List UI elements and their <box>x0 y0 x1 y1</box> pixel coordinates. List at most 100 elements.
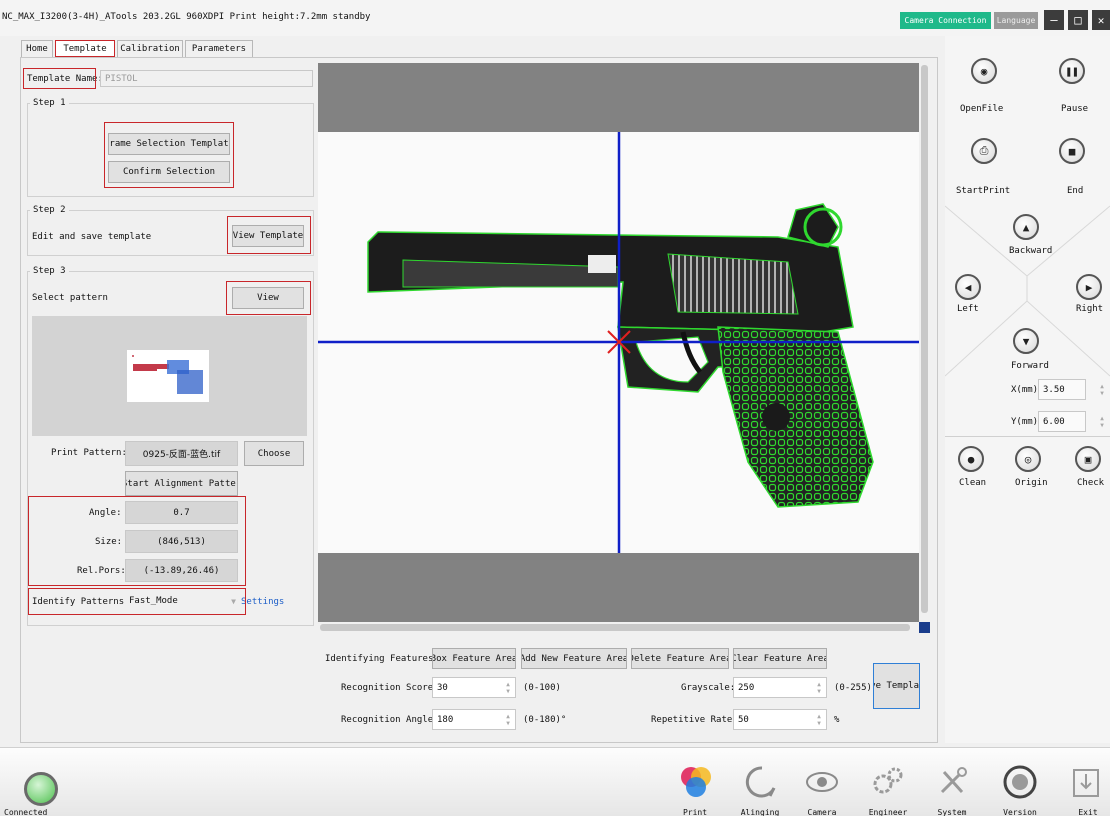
origin-label: Origin <box>1015 478 1048 488</box>
minimize-button[interactable]: – <box>1044 10 1064 30</box>
y-mm-stepper[interactable]: ▲ ▼ <box>1097 412 1107 431</box>
arrow-left-icon: ◀ <box>964 280 972 294</box>
repetitive-rate-unit: % <box>834 715 840 725</box>
identifying-features-label: Identifying Features: <box>325 654 439 664</box>
language-button[interactable]: Language <box>994 12 1038 29</box>
step2-title: Step 2 <box>30 205 69 215</box>
connected-label: Connected <box>4 808 48 816</box>
right-panel: ◉ OpenFile ❚❚ Pause ⎙ StartPrint ■ End ▲… <box>945 36 1110 743</box>
startprint-button[interactable]: ⎙ <box>971 138 997 164</box>
angle-value: 0.7 <box>125 501 238 524</box>
recognition-angle-stepper[interactable]: ▲ ▼ <box>503 710 513 729</box>
pause-icon: ❚❚ <box>1065 64 1079 78</box>
arrow-right-icon: ▶ <box>1085 280 1093 294</box>
vertical-scroll-thumb[interactable] <box>921 65 928 613</box>
template-name-label: Template Name: <box>27 74 103 84</box>
x-mm-input[interactable]: 3.50 <box>1038 379 1086 400</box>
origin-button[interactable]: ◎ <box>1015 446 1041 472</box>
template-name-input[interactable]: PISTOL <box>100 70 313 87</box>
clear-feature-area-button[interactable]: Clear Feature Area <box>733 648 827 669</box>
identify-patterns-select[interactable]: Fast_Mode ▼ <box>125 592 240 610</box>
recognition-score-stepper[interactable]: ▲ ▼ <box>503 678 513 697</box>
view-template-button[interactable]: View Template <box>232 225 304 247</box>
right-button[interactable]: ▶ <box>1076 274 1102 300</box>
print-icon[interactable] <box>676 762 716 802</box>
right-label: Right <box>1076 304 1104 314</box>
start-alignment-pattern-button[interactable]: Start Alignment Pattern <box>125 471 238 496</box>
engineer-label: Engineer <box>868 808 908 816</box>
chevron-down-icon: ▼ <box>231 596 236 606</box>
recognition-angle-range: (0-180)° <box>523 715 567 725</box>
repetitive-rate-input[interactable]: 50 <box>733 709 827 730</box>
backward-button[interactable]: ▲ <box>1013 214 1039 240</box>
horizontal-scrollbar[interactable] <box>318 622 919 633</box>
left-label: Left <box>957 304 979 314</box>
title-bar: NC_MAX_I3200(3-4H)_ATools 203.2GL 960XDP… <box>0 0 1110 36</box>
alinging-icon[interactable] <box>742 762 782 802</box>
grayscale-input[interactable]: 250 <box>733 677 827 698</box>
exit-icon[interactable] <box>1066 762 1106 802</box>
version-icon[interactable] <box>1000 762 1040 802</box>
camera-icon[interactable] <box>802 762 842 802</box>
printer-icon: ⎙ <box>979 144 989 157</box>
x-mm-label: X(mm) <box>1011 385 1039 395</box>
end-button[interactable]: ■ <box>1059 138 1085 164</box>
print-pattern-label: Print Pattern: <box>51 448 127 458</box>
vertical-scrollbar[interactable] <box>919 63 930 633</box>
system-icon[interactable] <box>932 762 972 802</box>
camera-label: Camera <box>807 808 837 816</box>
pause-label: Pause <box>1061 104 1089 114</box>
maximize-button[interactable]: □ <box>1068 10 1088 30</box>
box-feature-area-button[interactable]: Box Feature Area <box>432 648 516 669</box>
tab-parameters[interactable]: Parameters <box>185 40 253 57</box>
delete-feature-area-button[interactable]: Delete Feature Area <box>631 648 729 669</box>
clean-button[interactable]: ● <box>958 446 984 472</box>
arrow-down-icon: ▼ <box>1022 334 1030 348</box>
openfile-label: OpenFile <box>960 104 1004 114</box>
left-button[interactable]: ◀ <box>955 274 981 300</box>
drop-icon: ● <box>967 452 975 466</box>
horizontal-scroll-thumb[interactable] <box>320 624 910 631</box>
view-button[interactable]: View <box>232 287 304 309</box>
recognition-score-label: Recognition Score: <box>341 683 439 693</box>
stop-icon: ■ <box>1068 144 1076 158</box>
grayscale-stepper[interactable]: ▲ ▼ <box>814 678 824 697</box>
add-new-feature-area-button[interactable]: Add New Feature Area <box>521 648 627 669</box>
step1-title: Step 1 <box>30 98 69 108</box>
x-mm-stepper[interactable]: ▲ ▼ <box>1097 380 1107 399</box>
check-button[interactable]: ▣ <box>1075 446 1101 472</box>
repetitive-rate-stepper[interactable]: ▲ ▼ <box>814 710 824 729</box>
startprint-label: StartPrint <box>956 186 1011 196</box>
grayscale-label: Grayscale: <box>681 683 736 693</box>
frame-selection-template-button[interactable]: Frame Selection Template <box>108 133 230 155</box>
end-label: End <box>1067 186 1084 196</box>
clean-label: Clean <box>959 478 987 488</box>
close-button[interactable]: ✕ <box>1092 10 1110 30</box>
pattern-thumbnail <box>127 350 209 402</box>
version-label: Version <box>1003 808 1037 816</box>
exit-label: Exit <box>1078 808 1098 816</box>
grayscale-range: (0-255) <box>834 683 872 693</box>
angle-label: Angle: <box>89 508 122 518</box>
tab-calibration[interactable]: Calibration <box>117 40 183 57</box>
pause-button[interactable]: ❚❚ <box>1059 58 1085 84</box>
print-pattern-value: 0925-反面-蓝色.tif <box>125 441 238 466</box>
tab-home[interactable]: Home <box>21 40 53 57</box>
repetitive-rate-label: Repetitive Rate: <box>651 715 738 725</box>
y-mm-label: Y(mm) <box>1011 417 1039 427</box>
choose-button[interactable]: Choose <box>244 441 304 466</box>
panel-divider <box>945 436 1110 437</box>
print-label: Print <box>682 808 708 816</box>
tab-template[interactable]: Template <box>55 40 115 57</box>
openfile-button[interactable]: ◉ <box>971 58 997 84</box>
select-pattern-label: Select pattern <box>32 293 108 303</box>
forward-button[interactable]: ▼ <box>1013 328 1039 354</box>
engineer-icon[interactable] <box>868 762 908 802</box>
settings-link[interactable]: Settings <box>241 597 284 607</box>
y-mm-input[interactable]: 6.00 <box>1038 411 1086 432</box>
camera-connection-button[interactable]: Camera Connection <box>900 12 991 29</box>
save-template-button[interactable]: ve Templa <box>873 663 920 709</box>
scroll-corner <box>919 622 930 633</box>
confirm-selection-button[interactable]: Confirm Selection <box>108 161 230 183</box>
check-label: Check <box>1077 478 1105 488</box>
